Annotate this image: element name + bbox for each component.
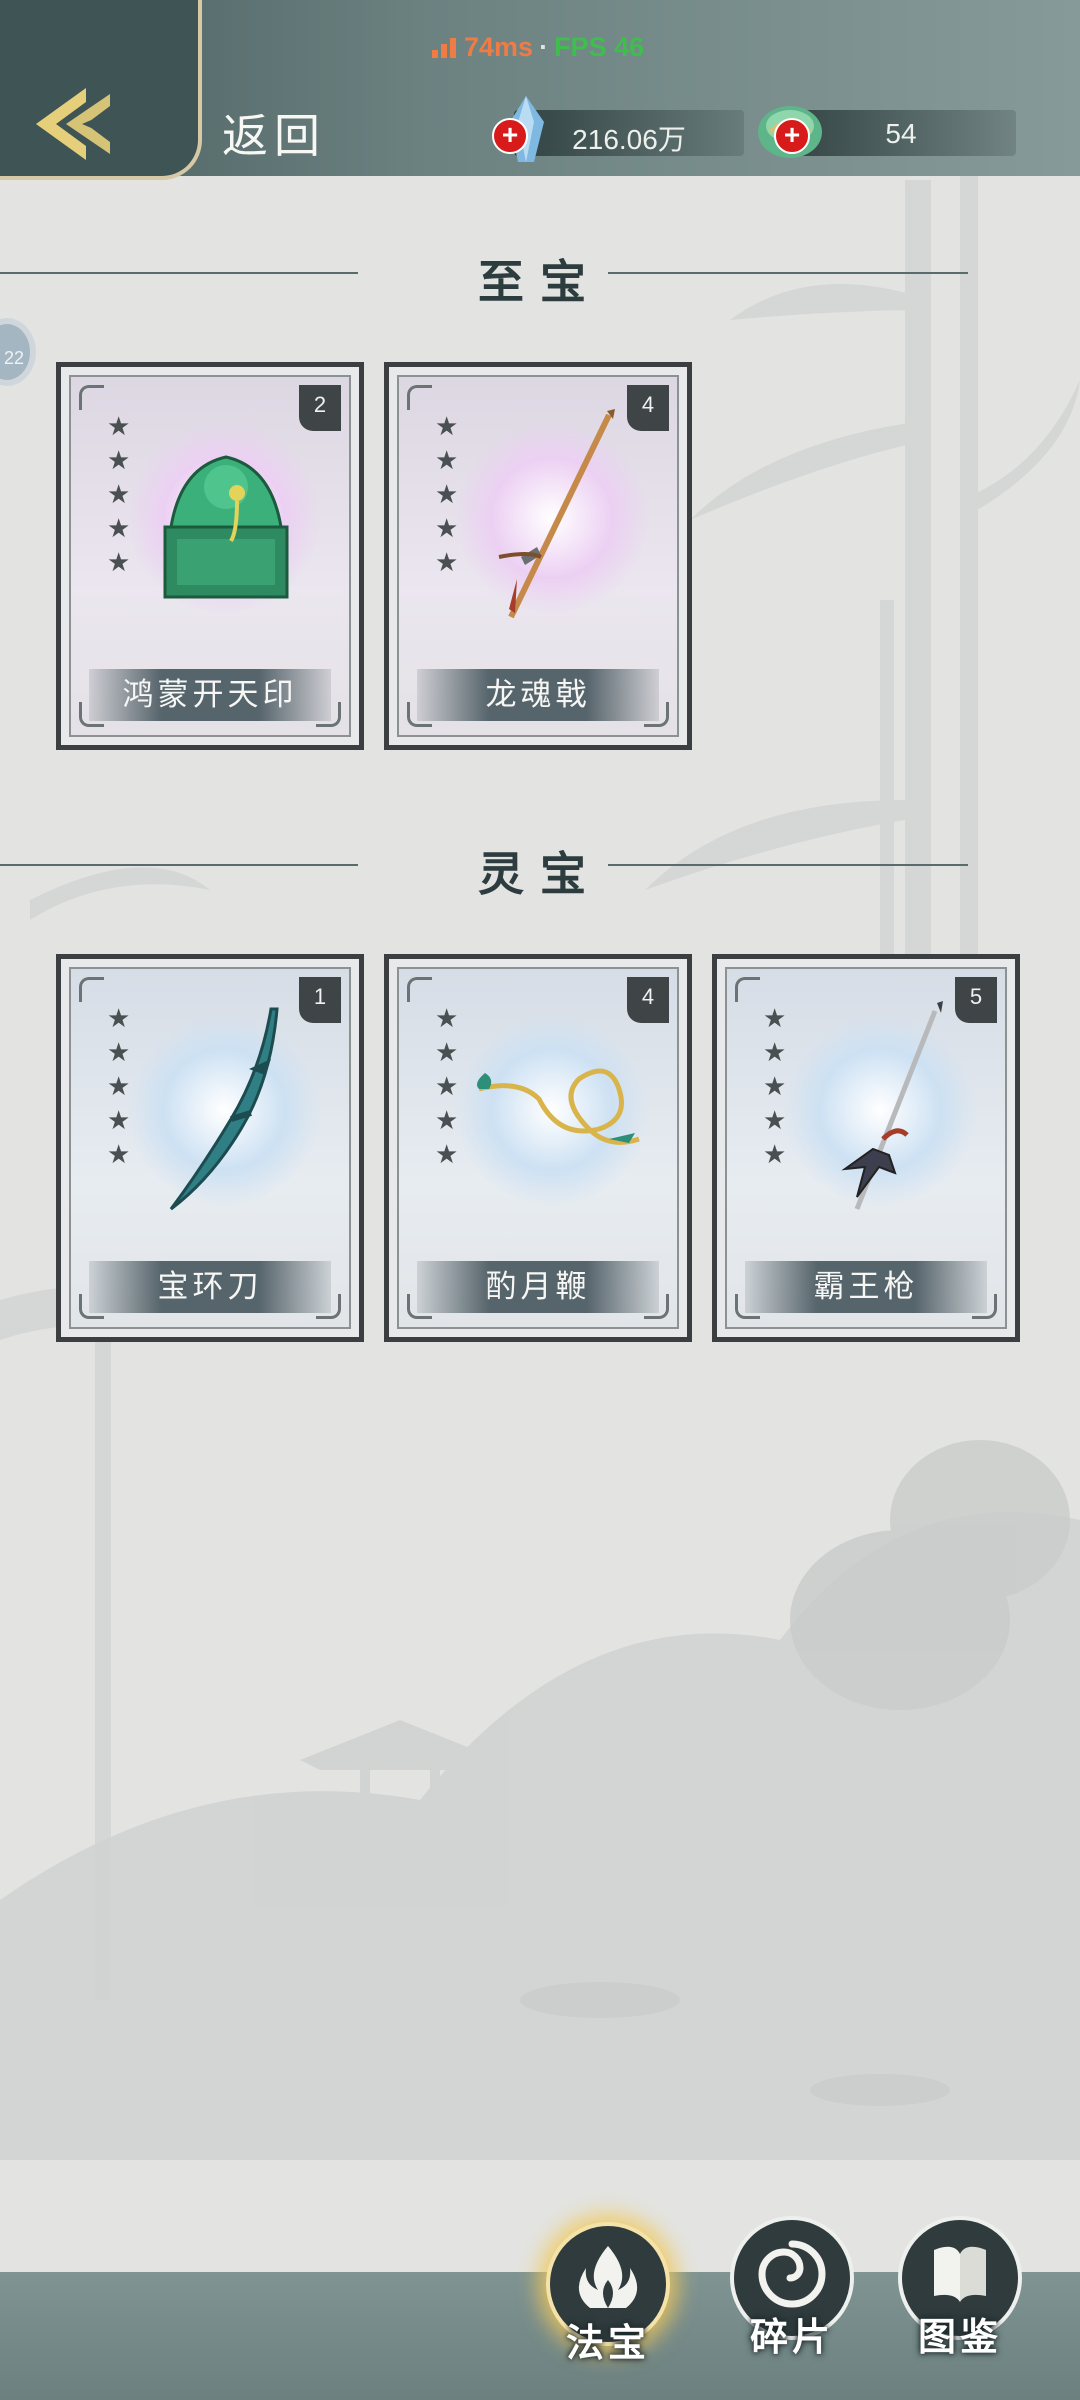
swirl-icon — [758, 2240, 826, 2308]
treasure-card[interactable]: ★ ★ ★ ★ ★ 5 霸王枪 — [712, 954, 1020, 1342]
spear-icon — [841, 1001, 943, 1210]
star-icon: ★ — [435, 1106, 459, 1136]
back-arrow-icon — [36, 88, 110, 160]
star-rating: ★ ★ ★ ★ ★ — [435, 412, 461, 585]
star-icon: ★ — [435, 1140, 459, 1170]
treasure-card[interactable]: ★ ★ ★ ★ ★ 1 宝环刀 — [56, 954, 364, 1342]
item-count-badge: 5 — [955, 977, 997, 1023]
card-name: 霸王枪 — [745, 1261, 987, 1313]
star-icon: ★ — [763, 1106, 787, 1136]
section-title-lingbao: 灵宝 — [478, 847, 602, 901]
card-frame: ★ ★ ★ ★ ★ 1 宝环刀 — [69, 967, 351, 1329]
treasure-card[interactable]: ★ ★ ★ ★ ★ 4 酌月鞭 — [384, 954, 692, 1342]
whip-icon — [477, 1068, 640, 1145]
star-rating: ★ ★ ★ ★ ★ — [107, 412, 133, 585]
add-crystal-button[interactable]: + — [492, 118, 528, 154]
star-rating: ★ ★ ★ ★ ★ — [107, 1004, 133, 1177]
halberd-icon — [498, 409, 615, 619]
star-icon: ★ — [763, 1140, 787, 1170]
card-frame: ★ ★ ★ ★ ★ 2 鸿蒙开天印 — [69, 375, 351, 737]
fps-value: FPS 46 — [554, 32, 645, 62]
treasure-card[interactable]: ★ ★ ★ ★ ★ 4 龙魂戟 — [384, 362, 692, 750]
status-separator: · — [539, 32, 549, 62]
star-icon: ★ — [763, 1072, 787, 1102]
latency-value: 74ms — [464, 32, 534, 62]
frame-corner — [79, 977, 104, 1002]
star-icon: ★ — [763, 1004, 787, 1034]
star-icon: ★ — [435, 1038, 459, 1068]
jade-seal-icon — [163, 455, 289, 599]
star-icon: ★ — [435, 548, 459, 578]
item-count-badge: 4 — [627, 977, 669, 1023]
star-icon: ★ — [435, 480, 459, 510]
top-header: 返回 74ms · FPS 46 216.06万 + 54 + — [0, 0, 1080, 180]
card-frame: ★ ★ ★ ★ ★ 4 酌月鞭 — [397, 967, 679, 1329]
star-icon: ★ — [107, 480, 131, 510]
star-icon: ★ — [107, 1038, 131, 1068]
frame-corner — [79, 385, 104, 410]
star-icon: ★ — [107, 1140, 131, 1170]
item-count-badge: 4 — [627, 385, 669, 431]
frame-corner — [735, 977, 760, 1002]
back-button[interactable] — [0, 0, 202, 180]
item-count-badge: 1 — [299, 977, 341, 1023]
flame-icon — [578, 2246, 638, 2308]
card-frame: ★ ★ ★ ★ ★ 4 龙魂戟 — [397, 375, 679, 737]
side-badge[interactable]: 22 — [0, 318, 36, 386]
star-icon: ★ — [107, 1004, 131, 1034]
star-icon: ★ — [107, 446, 131, 476]
treasure-card[interactable]: ★ ★ ★ ★ ★ 2 鸿蒙开天印 — [56, 362, 364, 750]
star-icon: ★ — [107, 1072, 131, 1102]
sword-icon — [169, 1007, 279, 1211]
frame-corner — [407, 977, 432, 1002]
star-icon: ★ — [107, 1106, 131, 1136]
card-name: 宝环刀 — [89, 1261, 331, 1313]
nav-label: 图鉴 — [917, 2314, 1002, 2359]
frame-corner — [407, 385, 432, 410]
star-rating: ★ ★ ★ ★ ★ — [435, 1004, 461, 1177]
star-icon: ★ — [435, 446, 459, 476]
star-rating: ★ ★ ★ ★ ★ — [763, 1004, 789, 1177]
star-icon: ★ — [435, 514, 459, 544]
book-icon — [934, 2246, 986, 2302]
network-status: 74ms · FPS 46 — [432, 32, 644, 63]
card-name: 鸿蒙开天印 — [89, 669, 331, 721]
card-name: 酌月鞭 — [417, 1261, 659, 1313]
star-icon: ★ — [435, 412, 459, 442]
add-jade-button[interactable]: + — [774, 118, 810, 154]
star-icon: ★ — [107, 412, 131, 442]
star-icon: ★ — [435, 1004, 459, 1034]
card-frame: ★ ★ ★ ★ ★ 5 霸王枪 — [725, 967, 1007, 1329]
back-label[interactable]: 返回 — [222, 100, 326, 166]
item-count-badge: 2 — [299, 385, 341, 431]
nav-codex-button[interactable]: 图鉴 — [898, 2216, 1022, 2359]
star-icon: ★ — [763, 1038, 787, 1068]
nav-fragments-button[interactable]: 碎片 — [730, 2216, 854, 2359]
star-icon: ★ — [107, 514, 131, 544]
star-icon: ★ — [435, 1072, 459, 1102]
signal-icon — [432, 38, 456, 58]
section-title-zhibao: 至宝 — [478, 255, 602, 309]
nav-label: 法宝 — [565, 2320, 650, 2365]
star-icon: ★ — [107, 548, 131, 578]
card-name: 龙魂戟 — [417, 669, 659, 721]
nav-label: 碎片 — [749, 2314, 834, 2359]
nav-treasure-button[interactable]: 法宝 — [546, 2222, 670, 2365]
